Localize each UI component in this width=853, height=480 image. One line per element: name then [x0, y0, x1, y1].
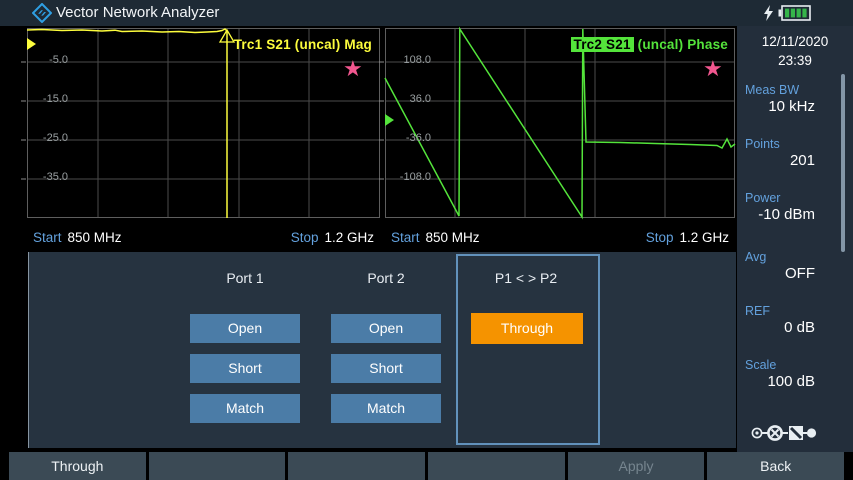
grid: [27, 28, 380, 218]
softkey-back[interactable]: Back: [707, 452, 844, 480]
trace2-label-highlight: Trc2 S21: [571, 37, 634, 52]
vna-screen: Vector Network Analyzer: [0, 0, 853, 480]
sidebar-item-ref-label[interactable]: REF: [745, 304, 770, 318]
sidebar-item-points-label[interactable]: Points: [745, 137, 780, 151]
softkey-empty-3: [428, 452, 565, 480]
phase-plot-area: [385, 28, 735, 218]
trace2-label-rest: (uncal) Phase: [634, 37, 728, 52]
sidebar-item-avg-value[interactable]: OFF: [737, 265, 815, 282]
phase-chart[interactable]: 108.0 36.0 -36.0 -108.0 Trc2 S21 (uncal)…: [385, 28, 735, 250]
start-value: 850 MHz: [68, 230, 122, 245]
rs-logo-icon: [32, 3, 52, 23]
sidebar-item-avg-label[interactable]: Avg: [745, 250, 766, 264]
y-tick: -108.0: [385, 171, 431, 183]
stop-value: 1.2 GHz: [679, 230, 729, 245]
marker-star-icon: ★: [343, 58, 363, 80]
port1-open-button[interactable]: Open: [190, 314, 300, 343]
softkey-bar: Through Apply Back: [0, 452, 853, 480]
softkey-empty-2: [288, 452, 425, 480]
start-label: Start: [33, 230, 62, 245]
port1-match-button[interactable]: Match: [190, 394, 300, 423]
trace1-label: Trc1 S21 (uncal) Mag: [27, 37, 372, 52]
y-tick: -25.0: [27, 132, 68, 144]
charging-bolt-icon: [762, 5, 775, 21]
phase-freq-row: Start 850 MHz Stop 1.2 GHz: [385, 224, 735, 250]
two-port-cal-icon: [751, 424, 817, 442]
sidebar-item-power-value[interactable]: -10 dBm: [737, 206, 815, 223]
sidebar-scrollbar[interactable]: [841, 74, 845, 252]
axis-ticks: [21, 62, 26, 179]
softkey-through[interactable]: Through: [9, 452, 146, 480]
sidebar-item-points-value[interactable]: 201: [737, 152, 815, 169]
time: 23:39: [737, 51, 853, 70]
grid: [385, 28, 735, 218]
sidebar-item-measbw-label[interactable]: Meas BW: [745, 83, 799, 97]
sidebar-item-ref-value[interactable]: 0 dB: [737, 319, 815, 336]
stop-label: Stop: [291, 230, 319, 245]
port2-short-button[interactable]: Short: [331, 354, 441, 383]
start-label: Start: [391, 230, 420, 245]
mag-freq-row: Start 850 MHz Stop 1.2 GHz: [27, 224, 380, 250]
settings-sidebar: 12/11/2020 23:39 Meas BW 10 kHz Points 2…: [737, 26, 853, 452]
mag-chart[interactable]: -5.0 -15.0 -25.0 -35.0 Trc1 S21 (uncal) …: [27, 28, 380, 250]
title-bar: Vector Network Analyzer: [0, 0, 853, 26]
y-tick: 36.0: [385, 93, 431, 105]
port2-open-button[interactable]: Open: [331, 314, 441, 343]
stop-label: Stop: [646, 230, 674, 245]
softkey-empty-1: [149, 452, 286, 480]
port1-header: Port 1: [190, 268, 300, 288]
sidebar-item-measbw-value[interactable]: 10 kHz: [737, 98, 815, 115]
datetime: 12/11/2020 23:39: [737, 32, 853, 70]
y-tick: 108.0: [385, 54, 431, 66]
y-tick: -15.0: [27, 93, 68, 105]
p1p2-header: P1 < > P2: [456, 268, 596, 288]
sidebar-item-power-label[interactable]: Power: [745, 191, 780, 205]
y-tick: -5.0: [27, 54, 68, 66]
port2-header: Port 2: [331, 268, 441, 288]
marker-star-icon: ★: [703, 58, 723, 80]
date: 12/11/2020: [737, 32, 853, 51]
y-tick: -36.0: [385, 132, 431, 144]
through-button[interactable]: Through: [471, 313, 583, 344]
calibration-panel: Port 1 Port 2 P1 < > P2 Open Short Match…: [28, 252, 736, 448]
mag-plot-area: [27, 28, 380, 218]
app-title: Vector Network Analyzer: [56, 0, 219, 26]
ref-level-arrow: [385, 114, 394, 126]
sidebar-item-scale-label[interactable]: Scale: [745, 358, 776, 372]
start-value: 850 MHz: [426, 230, 480, 245]
sidebar-item-scale-value[interactable]: 100 dB: [737, 373, 815, 390]
softkey-apply[interactable]: Apply: [568, 452, 705, 480]
port2-match-button[interactable]: Match: [331, 394, 441, 423]
phase-trace: [385, 29, 735, 217]
y-tick: -35.0: [27, 171, 68, 183]
battery-icon: [778, 5, 811, 21]
port1-short-button[interactable]: Short: [190, 354, 300, 383]
stop-value: 1.2 GHz: [324, 230, 374, 245]
trace2-label: Trc2 S21 (uncal) Phase: [385, 37, 728, 52]
